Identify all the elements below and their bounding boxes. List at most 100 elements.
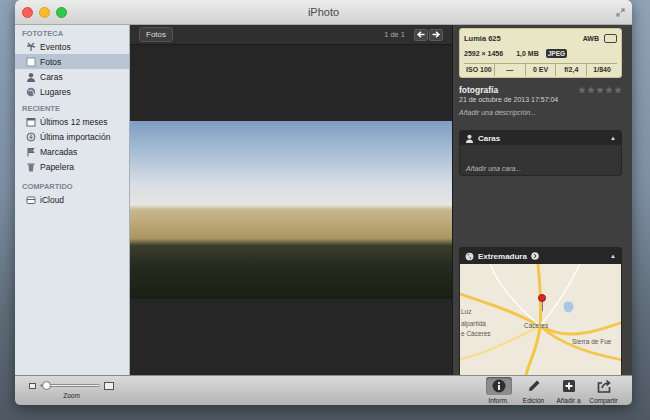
toolbar-button[interactable]: Añadir a (552, 377, 585, 405)
collapse-toggle[interactable]: ▲ (610, 253, 616, 259)
title-bar: iPhoto (15, 0, 632, 25)
zoom-label: Zoom (63, 391, 80, 400)
section-title: RECIENTE (15, 103, 129, 114)
photo-counter: 1 de 1 (384, 30, 405, 39)
description-field[interactable]: Añadir una descripción... (459, 109, 622, 116)
faces-icon (26, 72, 36, 82)
photo-viewer: Fotos 1 de 1 (130, 25, 452, 375)
camera-info: Lumia 625 AWB 2592 × 1456 1,0 MB JPEG ISO 100… (459, 28, 622, 78)
window-controls (22, 7, 82, 18)
toolbar-button-label: Añadir a (556, 396, 580, 405)
minimize-button[interactable] (39, 7, 50, 18)
section-title: COMPARTIDO (15, 181, 129, 192)
toolbar-button[interactable]: Edición (517, 377, 550, 405)
format-badge: JPEG (546, 49, 567, 58)
large-image-icon (104, 382, 114, 390)
globe-icon (465, 252, 474, 261)
map-label: Luz (461, 308, 471, 316)
sidebar-item[interactable]: Última importación (15, 129, 129, 144)
sidebar-item[interactable]: Caras (15, 69, 129, 84)
faces-header[interactable]: Caras ▲ (460, 131, 621, 145)
sidebar-item[interactable]: Papelera (15, 159, 129, 174)
zoom-button[interactable] (56, 7, 67, 18)
sidebar-item[interactable]: iCloud (15, 192, 129, 207)
rating[interactable] (578, 86, 622, 94)
trash-icon (26, 162, 36, 172)
places-icon (26, 87, 36, 97)
sidebar-item[interactable]: Marcadas (15, 144, 129, 159)
toolbar-button-label: Compartir (589, 396, 618, 405)
small-image-icon (29, 383, 36, 389)
sidebar-section: FOTOTECA Eventos Fotos Caras Lugares (15, 28, 129, 99)
slider-knob[interactable] (42, 381, 51, 390)
dimensions: 2592 × 1456 (464, 50, 503, 57)
section-title: FOTOTECA (15, 28, 129, 39)
events-icon (26, 42, 36, 52)
map-label: Sierra de Fue (572, 338, 611, 346)
sidebar-item-label: Caras (40, 72, 63, 82)
sidebar-item-label: Marcadas (40, 147, 77, 157)
import-icon (26, 132, 36, 142)
white-balance: AWB (583, 35, 599, 42)
sidebar-item[interactable]: Fotos (15, 54, 129, 69)
share-icon (597, 379, 611, 393)
exposure-value: 1/840 (586, 64, 617, 76)
calendar-icon (26, 117, 36, 127)
photo[interactable] (130, 121, 452, 299)
photo-title[interactable]: fotografía (459, 85, 498, 95)
fullscreen-icon (616, 8, 625, 17)
person-icon (465, 134, 474, 143)
sidebar-item[interactable]: Últimos 12 meses (15, 114, 129, 129)
toolbar-button[interactable]: Compartir (587, 377, 620, 405)
sidebar-item-label: Fotos (40, 57, 61, 67)
sidebar-item-label: Eventos (40, 42, 71, 52)
camera-model: Lumia 625 (464, 34, 501, 43)
sidebar: FOTOTECA Eventos Fotos Caras Lugares RECIENTE… (15, 25, 130, 375)
zoom-slider[interactable] (40, 384, 100, 387)
map-pin-icon[interactable] (538, 294, 546, 311)
sidebar-item[interactable]: Lugares (15, 84, 129, 99)
zoom-control: Zoom (29, 382, 114, 400)
faces-body: Añadir una cara... (460, 145, 621, 175)
file-size: 1,0 MB (516, 50, 539, 57)
fullscreen-button[interactable] (565, 8, 625, 17)
exposure-row: ISO 100—0 EVf/2,41/840 (464, 63, 617, 76)
collapse-toggle[interactable]: ▲ (610, 135, 616, 141)
star-icon (596, 86, 604, 94)
photo-navigation (414, 29, 443, 41)
close-button[interactable] (22, 7, 33, 18)
star-icon (614, 86, 622, 94)
window-title: iPhoto (82, 6, 565, 18)
photo-date: 21 de octubre de 2013 17:57:04 (459, 96, 622, 103)
panel-title: Caras (478, 134, 500, 143)
add-face-field[interactable]: Añadir una cara... (466, 165, 521, 172)
cloud-icon (26, 195, 36, 205)
map[interactable]: Luz alpartida e Cáceres Cáceres Sierra de Fu… (460, 264, 621, 375)
desktop: iPhoto FOTOTECA Eventos Fotos Caras Lugares RE… (0, 0, 650, 420)
toolbar-button[interactable]: Inform. (482, 377, 515, 405)
map-roads-icon (460, 264, 621, 375)
toolbar-button-label: Inform. (488, 396, 508, 405)
viewer-bar: Fotos 1 de 1 (130, 25, 452, 45)
iphoto-window: iPhoto FOTOTECA Eventos Fotos Caras Lugares RE… (15, 0, 632, 405)
bottom-toolbar: Zoom Inform. Edición Añadir a Compartir (15, 375, 632, 405)
panel-title: Extremadura (478, 252, 527, 261)
location-link-icon[interactable] (531, 252, 539, 260)
flash-icon (604, 34, 617, 43)
sidebar-item[interactable]: Eventos (15, 39, 129, 54)
sidebar-section: COMPARTIDO iCloud (15, 181, 129, 207)
flag-icon (26, 147, 36, 157)
faces-panel: Caras ▲ Añadir una cara... (459, 130, 622, 176)
toolbar-button-label: Edición (523, 396, 544, 405)
places-header[interactable]: Extremadura ▲ (460, 248, 621, 264)
sidebar-item-label: iCloud (40, 195, 64, 205)
next-button[interactable] (429, 29, 443, 41)
map-label: e Cáceres (461, 330, 491, 338)
sidebar-item-label: Última importación (40, 132, 110, 142)
map-label: alpartida (461, 320, 486, 328)
back-button[interactable]: Fotos (139, 27, 173, 42)
sidebar-section: RECIENTEÚltimos 12 meses Última importaci… (15, 103, 129, 174)
previous-button[interactable] (414, 29, 428, 41)
sidebar-item-label: Papelera (40, 162, 74, 172)
map-label: Cáceres (524, 322, 548, 330)
